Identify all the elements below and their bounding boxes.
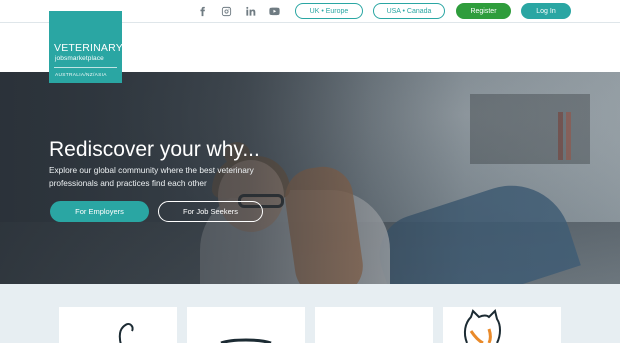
for-employers-button[interactable]: For Employers	[50, 201, 149, 222]
linkedin-icon[interactable]	[244, 5, 256, 17]
hero-subtext: Explore our global community where the b…	[49, 165, 254, 188]
instagram-icon[interactable]	[220, 5, 232, 17]
feature-card[interactable]	[315, 307, 433, 343]
logo-divider	[54, 67, 117, 68]
facebook-icon[interactable]	[196, 5, 208, 17]
cat-icon	[463, 309, 501, 343]
logo-jobsmarketplace-text: jobsmarketplace	[55, 55, 104, 62]
hero-headline: Rediscover your why...	[49, 138, 260, 161]
for-job-seekers-button[interactable]: For Job Seekers	[158, 201, 263, 222]
logo-veterinary-text: VETERINARY	[54, 42, 123, 54]
region-uk-europe-button[interactable]: UK • Europe	[295, 3, 363, 19]
region-usa-canada-button[interactable]: USA • Canada	[373, 3, 445, 19]
login-button[interactable]: Log In	[521, 3, 571, 19]
register-button[interactable]: Register	[456, 3, 511, 19]
dog-icon	[118, 322, 134, 343]
logo-region-text: AUSTRALIA/NZ/ASIA	[55, 73, 107, 78]
site-logo[interactable]: VETERINARY jobsmarketplace AUSTRALIA/NZ/…	[49, 11, 123, 83]
youtube-icon[interactable]	[268, 5, 280, 17]
bowl-icon	[220, 338, 272, 343]
feature-card[interactable]	[443, 307, 561, 343]
feature-cards-section	[0, 284, 620, 343]
feature-card[interactable]	[59, 307, 177, 343]
feature-card[interactable]	[187, 307, 305, 343]
